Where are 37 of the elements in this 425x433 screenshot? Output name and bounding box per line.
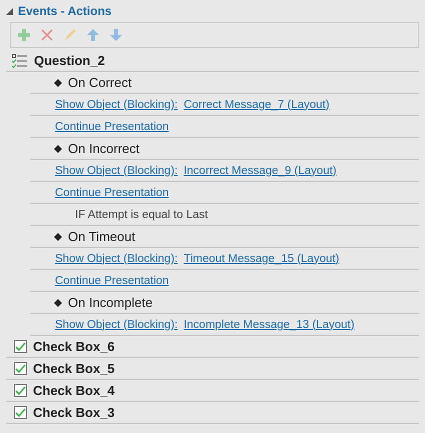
condition-text: IF Attempt is equal to Last: [75, 208, 208, 220]
close-icon: [40, 28, 54, 42]
checkbox[interactable]: [14, 406, 27, 419]
target-link[interactable]: Incorrect Message_9 (Layout): [184, 164, 336, 176]
action-link[interactable]: Continue Presentation: [55, 120, 169, 132]
checkbox-label[interactable]: Check Box_5: [33, 361, 115, 376]
checkbox-label[interactable]: Check Box_6: [33, 339, 115, 354]
question-label[interactable]: Question_2: [34, 53, 105, 68]
collapse-triangle-icon[interactable]: [6, 8, 13, 14]
diamond-icon: [54, 298, 62, 306]
plus-icon: [17, 28, 31, 42]
panel-title: Events - Actions: [18, 4, 112, 18]
checkbox-label[interactable]: Check Box_3: [33, 405, 115, 420]
target-link[interactable]: Timeout Message_15 (Layout): [184, 252, 340, 264]
checkbox[interactable]: [14, 362, 27, 375]
checkbox[interactable]: [14, 384, 27, 397]
action-link[interactable]: Show Object (Blocking):: [55, 98, 178, 110]
action-link[interactable]: Show Object (Blocking):: [55, 252, 178, 264]
target-link[interactable]: Correct Message_7 (Layout): [184, 98, 330, 110]
diamond-icon: [54, 144, 62, 152]
event-label[interactable]: On Correct: [68, 75, 132, 90]
arrow-down-icon: [109, 28, 123, 42]
checkbox-label[interactable]: Check Box_4: [33, 383, 115, 398]
action-link[interactable]: Continue Presentation: [55, 186, 169, 198]
pencil-icon: [63, 28, 77, 42]
action-link[interactable]: Continue Presentation: [55, 274, 169, 286]
arrow-up-icon: [86, 28, 100, 42]
action-link[interactable]: Show Object (Blocking):: [55, 318, 178, 330]
event-label[interactable]: On Incomplete: [68, 295, 153, 310]
event-label[interactable]: On Incorrect: [68, 141, 140, 156]
diamond-icon: [54, 78, 62, 86]
diamond-icon: [54, 232, 62, 240]
event-label[interactable]: On Timeout: [68, 229, 136, 244]
target-link[interactable]: Incomplete Message_13 (Layout): [184, 318, 354, 330]
checklist-icon: [12, 54, 28, 68]
checkbox[interactable]: [14, 340, 27, 353]
action-link[interactable]: Show Object (Blocking):: [55, 164, 178, 176]
